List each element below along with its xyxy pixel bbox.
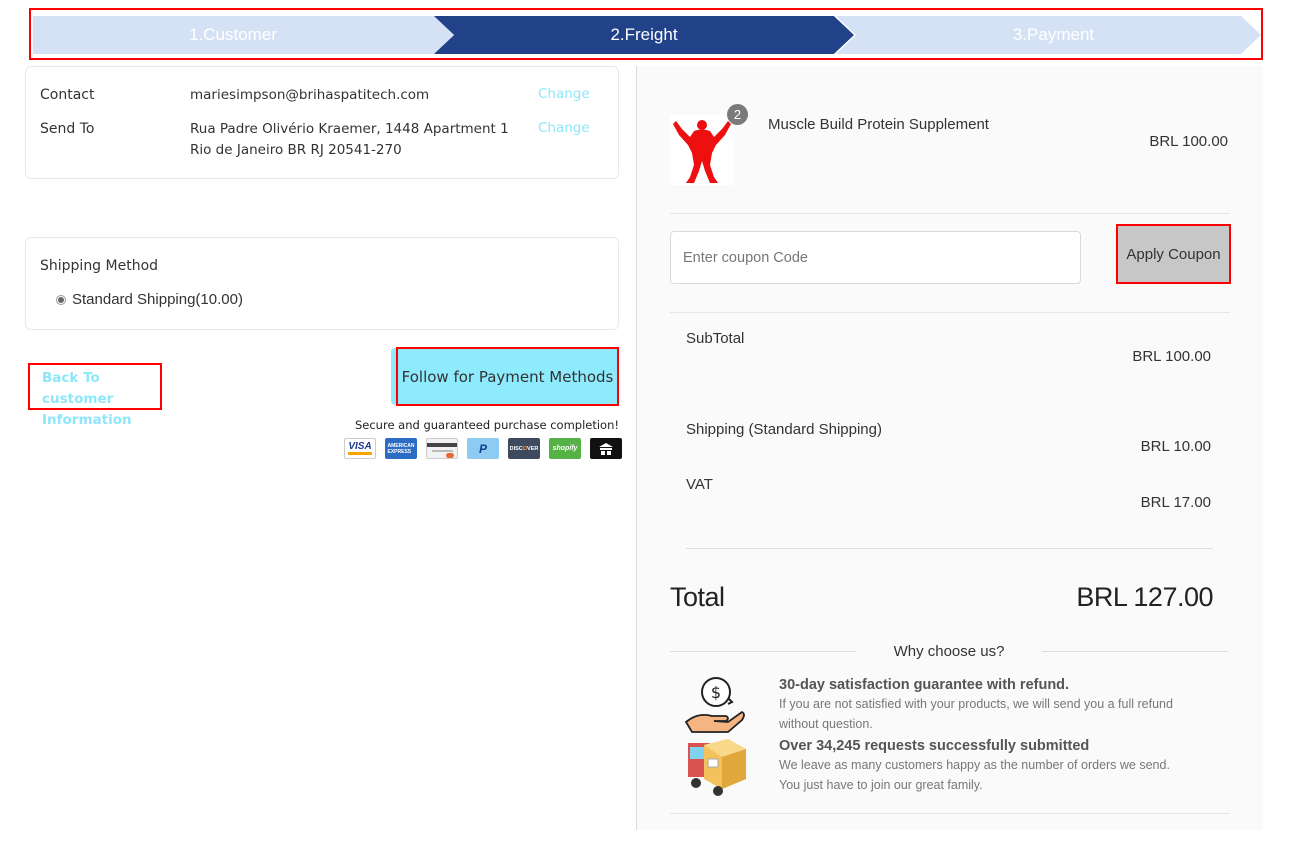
vat-value: BRL 17.00 bbox=[1140, 494, 1211, 511]
radio-selected-icon[interactable] bbox=[56, 294, 66, 305]
visa-icon: VISA bbox=[344, 438, 376, 459]
divider bbox=[670, 813, 1230, 814]
subtotal-label: SubTotal bbox=[686, 330, 745, 347]
back-to-customer-link[interactable]: Back To customer Information bbox=[28, 363, 162, 428]
money-hand-icon: $ bbox=[684, 672, 748, 736]
step-customer[interactable]: 1.Customer bbox=[33, 16, 463, 54]
product-image bbox=[670, 115, 734, 185]
shipping-option-standard[interactable]: Standard Shipping(10.00) bbox=[56, 291, 243, 308]
coupon-input[interactable] bbox=[670, 231, 1081, 284]
feature-requests-line1: We leave as many customers happy as the … bbox=[779, 758, 1170, 772]
shipping-method-card: Shipping Method Standard Shipping(10.00) bbox=[25, 237, 619, 330]
contact-label: Contact bbox=[40, 87, 95, 103]
divider bbox=[670, 312, 1230, 313]
card-icon bbox=[426, 438, 458, 459]
send-to-label: Send To bbox=[40, 121, 95, 137]
subtotal-value: BRL 100.00 bbox=[1132, 348, 1211, 365]
total-value: BRL 127.00 bbox=[1076, 582, 1213, 612]
change-contact-link[interactable]: Change bbox=[538, 86, 590, 102]
why-choose-us-heading: Why choose us? bbox=[670, 643, 1228, 660]
divider bbox=[670, 213, 1230, 214]
payment-icons: VISA AMERICAN EXPRESS P DISC O VER shopify bbox=[344, 438, 622, 459]
feature-requests-line2: You just have to join our great family. bbox=[779, 778, 983, 792]
checkout-steps: 1.Customer 2.Freight 3.Payment bbox=[29, 8, 1263, 60]
feature-requests-title: Over 34,245 requests successfully submit… bbox=[779, 738, 1090, 754]
change-address-link[interactable]: Change bbox=[538, 120, 590, 136]
shopify-icon: shopify bbox=[549, 438, 581, 459]
divider bbox=[686, 548, 1213, 549]
secure-purchase-text: Secure and guaranteed purchase completio… bbox=[354, 418, 619, 432]
shipping-option-label: Standard Shipping(10.00) bbox=[72, 291, 243, 308]
total-label: Total bbox=[670, 582, 725, 612]
paypal-icon: P bbox=[467, 438, 499, 459]
amex-icon: AMERICAN EXPRESS bbox=[385, 438, 417, 459]
follow-payment-button[interactable]: Follow for Payment Methods bbox=[396, 347, 619, 406]
step-payment[interactable]: 3.Payment bbox=[836, 16, 1261, 54]
feature-refund-title: 30-day satisfaction guarantee with refun… bbox=[779, 677, 1070, 693]
product-name: Muscle Build Protein Supplement bbox=[768, 116, 989, 133]
vat-label: VAT bbox=[686, 476, 713, 493]
contact-card: Contact mariesimpson@brihaspatitech.com … bbox=[25, 66, 619, 179]
feature-refund-line2: without question. bbox=[779, 717, 873, 731]
product-price: BRL 100.00 bbox=[1149, 133, 1228, 150]
step-freight[interactable]: 2.Freight bbox=[434, 16, 854, 54]
address-line2: Rio de Janeiro BR RJ 20541-270 bbox=[190, 142, 402, 158]
store-icon bbox=[590, 438, 622, 459]
column-divider bbox=[636, 66, 637, 830]
quantity-badge: 2 bbox=[727, 104, 748, 125]
svg-text:$: $ bbox=[711, 683, 721, 702]
shipping-method-title: Shipping Method bbox=[40, 258, 159, 274]
address-line1: Rua Padre Olivério Kraemer, 1448 Apartme… bbox=[190, 121, 509, 137]
delivery-truck-icon bbox=[684, 735, 748, 797]
apply-coupon-button[interactable]: Apply Coupon bbox=[1116, 224, 1231, 284]
contact-email: mariesimpson@brihaspatitech.com bbox=[190, 87, 430, 103]
feature-refund-line1: If you are not satisfied with your produ… bbox=[779, 697, 1173, 711]
shipping-value: BRL 10.00 bbox=[1140, 438, 1211, 455]
shipping-label: Shipping (Standard Shipping) bbox=[686, 421, 882, 438]
discover-icon: DISC O VER bbox=[508, 438, 540, 459]
